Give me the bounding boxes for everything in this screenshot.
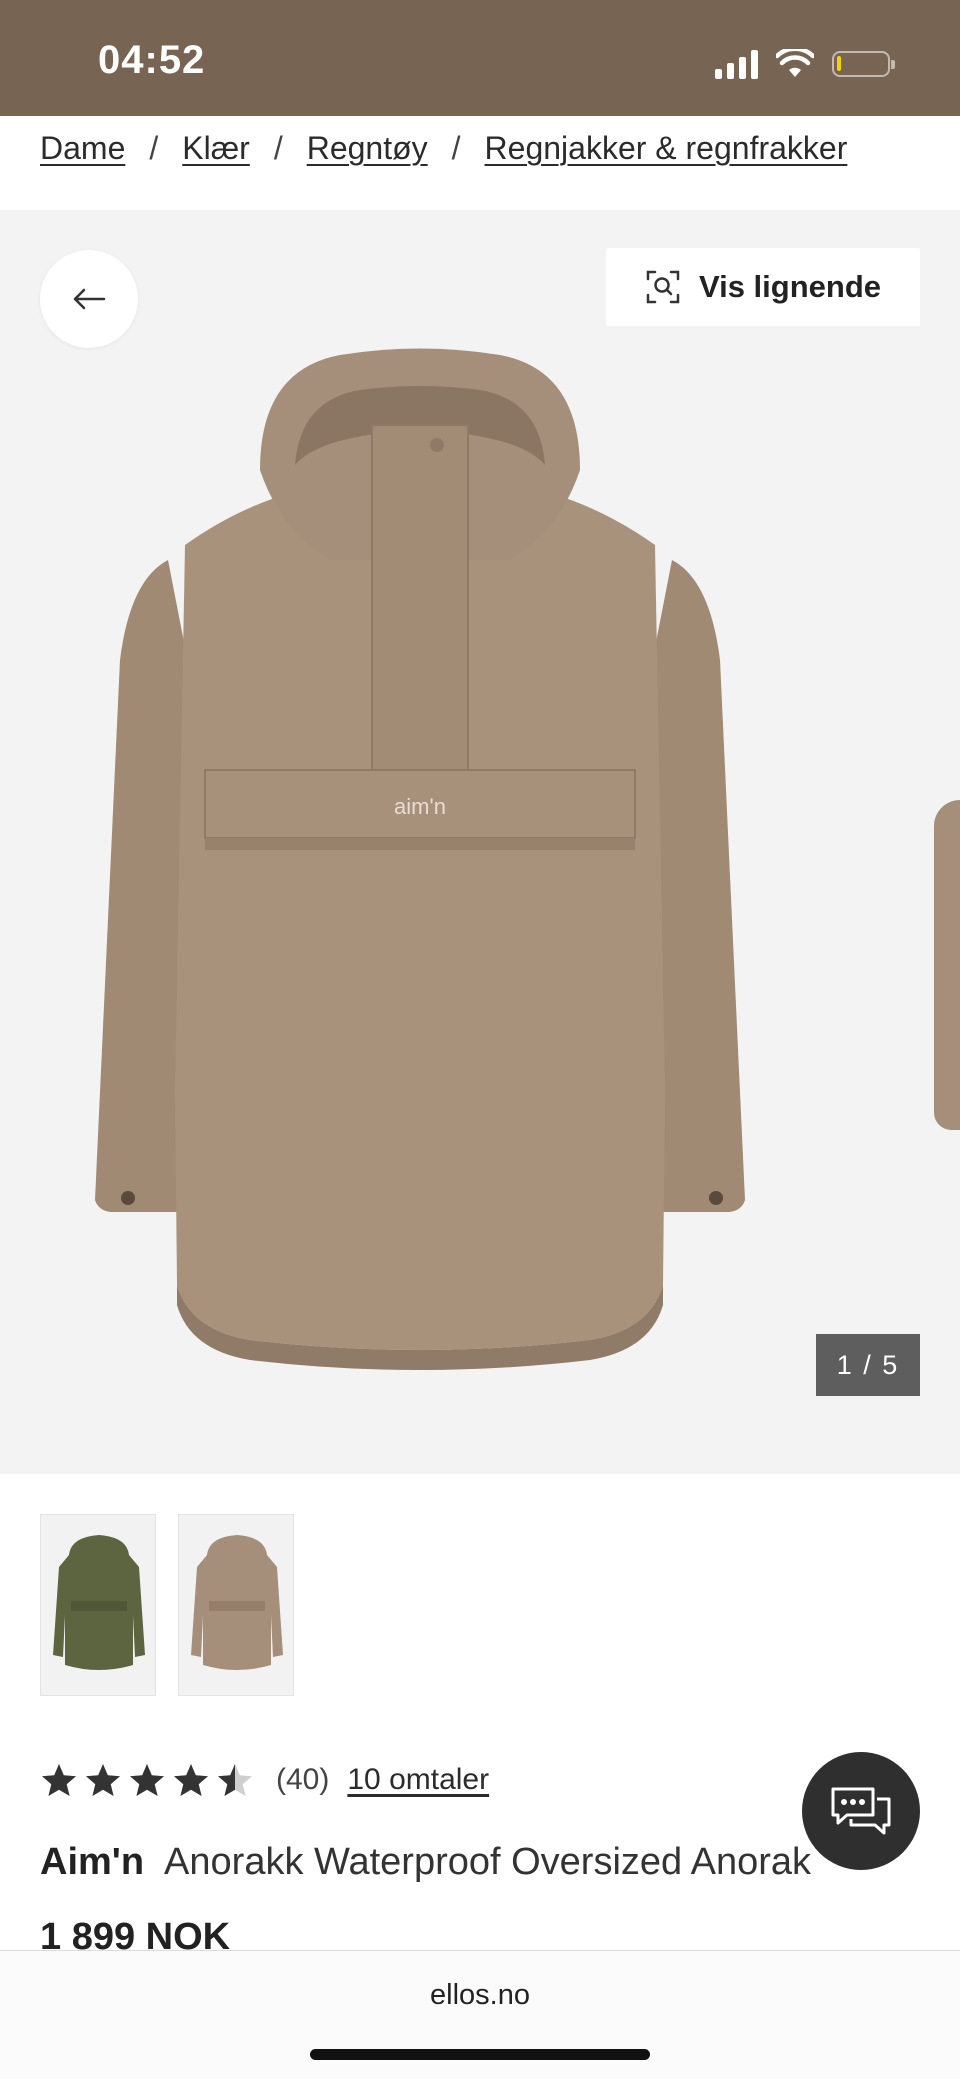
product-logo-text: aim'n	[394, 794, 446, 819]
breadcrumb-item-regntoy[interactable]: Regntøy	[307, 130, 428, 167]
thumbnail-image	[191, 1535, 283, 1670]
thumbnail-beige[interactable]	[178, 1514, 294, 1696]
rating-stars	[40, 1762, 254, 1798]
thumbnail-olive[interactable]	[40, 1514, 156, 1696]
show-similar-label: Vis lignende	[698, 269, 882, 304]
reviews-link[interactable]: 10 omtaler	[347, 1763, 489, 1797]
thumbnail-image	[53, 1535, 145, 1670]
chat-button[interactable]	[802, 1752, 920, 1870]
signal-icon	[715, 49, 758, 79]
breadcrumb: Dame / Klær / Regntøy / Regnjakker & reg…	[40, 124, 847, 172]
arrow-left-icon	[73, 288, 106, 310]
star-icon	[218, 1764, 252, 1796]
breadcrumb-item-klaer[interactable]: Klær	[182, 130, 250, 167]
breadcrumb-separator: /	[451, 129, 461, 166]
back-button[interactable]	[40, 250, 138, 348]
product-brand[interactable]: Aim'n	[40, 1841, 144, 1883]
status-icons	[715, 44, 895, 84]
breadcrumb-separator: /	[273, 129, 283, 166]
battery-icon	[832, 51, 895, 77]
star-icon	[42, 1764, 76, 1796]
status-bar: 04:52	[0, 0, 960, 116]
home-indicator[interactable]	[310, 2049, 650, 2060]
product-image-gallery[interactable]: aim'n Vis lignende 1 / 5	[0, 210, 960, 1474]
visual-search-icon	[646, 270, 680, 304]
status-time: 04:52	[98, 38, 206, 82]
breadcrumb-item-regnjakker[interactable]: Regnjakker & regnfrakker	[485, 130, 848, 167]
rating-row: (40) 10 omtaler	[40, 1756, 489, 1804]
star-icon	[86, 1764, 120, 1796]
star-icon	[174, 1764, 208, 1796]
next-image-peek[interactable]	[934, 800, 960, 1130]
browser-url-bar[interactable]: ellos.no	[0, 1950, 960, 2079]
image-counter: 1 / 5	[816, 1334, 920, 1396]
chat-bubbles-icon	[831, 1787, 891, 1835]
star-icon	[130, 1764, 164, 1796]
show-similar-button[interactable]: Vis lignende	[606, 248, 920, 326]
wifi-icon	[776, 49, 814, 77]
battery-level	[837, 56, 841, 71]
breadcrumb-separator: /	[149, 129, 159, 166]
breadcrumb-item-dame[interactable]: Dame	[40, 130, 125, 167]
url-text[interactable]: ellos.no	[0, 1979, 960, 2012]
product-image[interactable]: aim'n	[90, 330, 750, 1390]
product-name: Anorakk Waterproof Oversized Anorak	[164, 1841, 812, 1883]
rating-count: (40)	[276, 1763, 330, 1796]
